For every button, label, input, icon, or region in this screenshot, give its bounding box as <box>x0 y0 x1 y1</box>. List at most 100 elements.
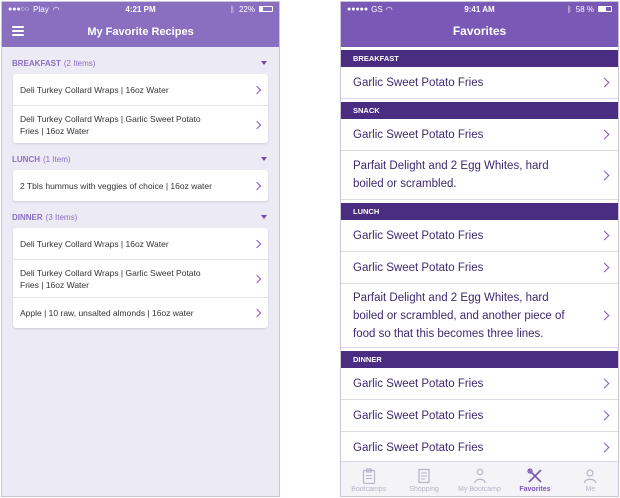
chevron-right-icon <box>599 77 610 88</box>
recipe-text: Deli Turkey Collard Wraps | Garlic Sweet… <box>20 267 201 290</box>
collapse-triangle-icon[interactable] <box>261 157 267 161</box>
tab-bootcamps[interactable]: Bootcamps <box>341 462 396 496</box>
section-title: BREAKFAST <box>12 58 61 68</box>
battery-icon <box>258 6 273 12</box>
section-item-count: (1 Item) <box>43 154 71 164</box>
chevron-right-icon <box>599 230 610 241</box>
chevron-right-icon <box>599 442 610 453</box>
favorite-text: Garlic Sweet Potato Fries <box>353 76 484 89</box>
collapse-triangle-icon[interactable] <box>261 215 267 219</box>
favorite-text: Garlic Sweet Potato Fries <box>353 229 484 242</box>
favorite-row[interactable]: Garlic Sweet Potato Fries <box>341 432 618 464</box>
tab-label: Bootcamps <box>351 486 387 493</box>
tab-label: Me <box>585 486 596 493</box>
favorite-text: Garlic Sweet Potato Fries <box>353 409 484 422</box>
user-icon <box>583 467 597 485</box>
favorite-text: Parfait Delight and 2 Egg Whites, hard bo… <box>353 160 549 190</box>
signal-icon: ●●●●● <box>347 5 369 13</box>
favorite-text: Garlic Sweet Potato Fries <box>353 441 484 454</box>
favorites-list: BREAKFAST Garlic Sweet Potato Fries SNACK G… <box>341 50 618 464</box>
favorite-row[interactable]: Garlic Sweet Potato Fries <box>341 252 618 284</box>
recipe-row[interactable]: Deli Turkey Collard Wraps | 16oz Water <box>13 74 268 105</box>
section-header-lunch: LUNCH (1 Item) <box>2 152 279 166</box>
clipboard-icon <box>362 467 376 485</box>
tab-my-bootcamp[interactable]: My Bootcamp <box>452 462 507 496</box>
recipe-text: Apple | 10 raw, unsalted almonds | 16oz … <box>20 308 194 318</box>
bluetooth-icon: ᛒ <box>566 4 572 14</box>
chevron-right-icon <box>252 274 262 283</box>
section-header-snack: SNACK <box>341 102 618 119</box>
chevron-right-icon <box>599 170 610 180</box>
recipe-row[interactable]: Deli Turkey Collard Wraps | 16oz Water <box>13 228 268 259</box>
chevron-right-icon <box>599 410 610 421</box>
signal-icon: ●●●○○ <box>8 5 30 13</box>
tab-shopping[interactable]: Shopping <box>396 462 451 496</box>
chevron-right-icon <box>252 120 262 129</box>
chevron-right-icon <box>599 378 610 389</box>
recipe-text: Deli Turkey Collard Wraps | 16oz Water <box>20 84 169 95</box>
recipe-card: 2 Tbls hummus with veggies of choice | 1… <box>13 170 268 201</box>
left-header: ●●●○○ Play ◠ 4:21 PM ᛒ 22% My Favorite Reci… <box>2 2 279 47</box>
battery-icon <box>597 6 612 12</box>
favorite-text: Garlic Sweet Potato Fries <box>353 377 484 390</box>
favorite-text: Garlic Sweet Potato Fries <box>353 261 484 274</box>
recipe-text: Deli Turkey Collard Wraps | 16oz Water <box>20 238 169 249</box>
recipe-card: Deli Turkey Collard Wraps | 16oz Water De… <box>13 228 268 328</box>
favorite-row[interactable]: Garlic Sweet Potato Fries <box>341 368 618 400</box>
status-bar: ●●●●● GS ◠ 9:41 AM ᛒ 58 % <box>341 2 618 16</box>
left-phone-screen: ●●●○○ Play ◠ 4:21 PM ᛒ 22% My Favorite Reci… <box>1 1 280 497</box>
utensils-icon <box>527 467 543 485</box>
battery-percent: 58 % <box>575 4 594 14</box>
status-bar: ●●●○○ Play ◠ 4:21 PM ᛒ 22% <box>2 2 279 16</box>
bluetooth-icon: ᛒ <box>230 4 235 14</box>
list-icon <box>417 467 431 485</box>
battery-percent: 22% <box>238 4 255 14</box>
carrier-label: GS <box>371 4 383 14</box>
page-title: Favorites <box>452 24 507 38</box>
person-icon <box>473 467 487 485</box>
tab-favorites[interactable]: Favorites <box>507 462 562 496</box>
chevron-right-icon <box>252 85 262 94</box>
chevron-right-icon <box>599 129 610 140</box>
recipe-row[interactable]: Deli Turkey Collard Wraps | Garlic Sweet… <box>13 259 268 297</box>
favorite-text: Garlic Sweet Potato Fries <box>353 128 484 141</box>
section-header-dinner: DINNER <box>341 351 618 368</box>
favorite-row[interactable]: Parfait Delight and 2 Egg Whites, hard bo… <box>341 151 618 200</box>
favorite-row[interactable]: Parfait Delight and 2 Egg Whites, hard bo… <box>341 284 618 348</box>
tab-label: My Bootcamp <box>458 486 501 493</box>
recipe-text: Deli Turkey Collard Wraps | Garlic Sweet… <box>20 113 201 136</box>
section-header-dinner: DINNER (3 Items) <box>2 210 279 224</box>
status-time: 4:21 PM <box>125 4 156 14</box>
favorite-row[interactable]: Garlic Sweet Potato Fries <box>341 119 618 151</box>
hamburger-menu-icon[interactable] <box>12 26 24 36</box>
chevron-right-icon <box>252 239 262 248</box>
section-title: DINNER <box>12 212 43 222</box>
section-header-breakfast: BREAKFAST <box>341 50 618 67</box>
status-time: 9:41 AM <box>464 4 495 14</box>
recipe-row[interactable]: Apple | 10 raw, unsalted almonds | 16oz … <box>13 297 268 328</box>
tab-label: Favorites <box>519 486 551 493</box>
page-title: My Favorite Recipes <box>87 25 194 38</box>
tab-bar: Bootcamps Shopping My Bootcamp Favorites Me <box>341 461 618 496</box>
carrier-label: Play <box>33 4 49 14</box>
wifi-icon: ◠ <box>52 4 60 14</box>
favorite-row[interactable]: Garlic Sweet Potato Fries <box>341 67 618 99</box>
chevron-right-icon <box>252 181 262 190</box>
favorite-row[interactable]: Garlic Sweet Potato Fries <box>341 400 618 432</box>
tab-me[interactable]: Me <box>563 462 618 496</box>
tab-label: Shopping <box>409 486 439 493</box>
recipe-list: BREAKFAST (2 Items) Deli Turkey Collard Wr… <box>2 56 279 328</box>
collapse-triangle-icon[interactable] <box>261 61 267 65</box>
right-header: ●●●●● GS ◠ 9:41 AM ᛒ 58 % Favorites <box>341 2 618 47</box>
chevron-right-icon <box>599 310 610 321</box>
section-item-count: (2 Items) <box>63 58 96 68</box>
favorite-text: Parfait Delight and 2 Egg Whites, hard bo… <box>353 291 565 340</box>
recipe-row[interactable]: 2 Tbls hummus with veggies of choice | 1… <box>13 170 268 201</box>
chevron-right-icon <box>252 308 262 318</box>
section-header-breakfast: BREAKFAST (2 Items) <box>2 56 279 70</box>
wifi-icon: ◠ <box>385 4 393 14</box>
recipe-row[interactable]: Deli Turkey Collard Wraps | Garlic Sweet… <box>13 105 268 143</box>
favorite-row[interactable]: Garlic Sweet Potato Fries <box>341 220 618 252</box>
recipe-text: 2 Tbls hummus with veggies of choice | 1… <box>20 180 212 191</box>
chevron-right-icon <box>599 262 610 273</box>
